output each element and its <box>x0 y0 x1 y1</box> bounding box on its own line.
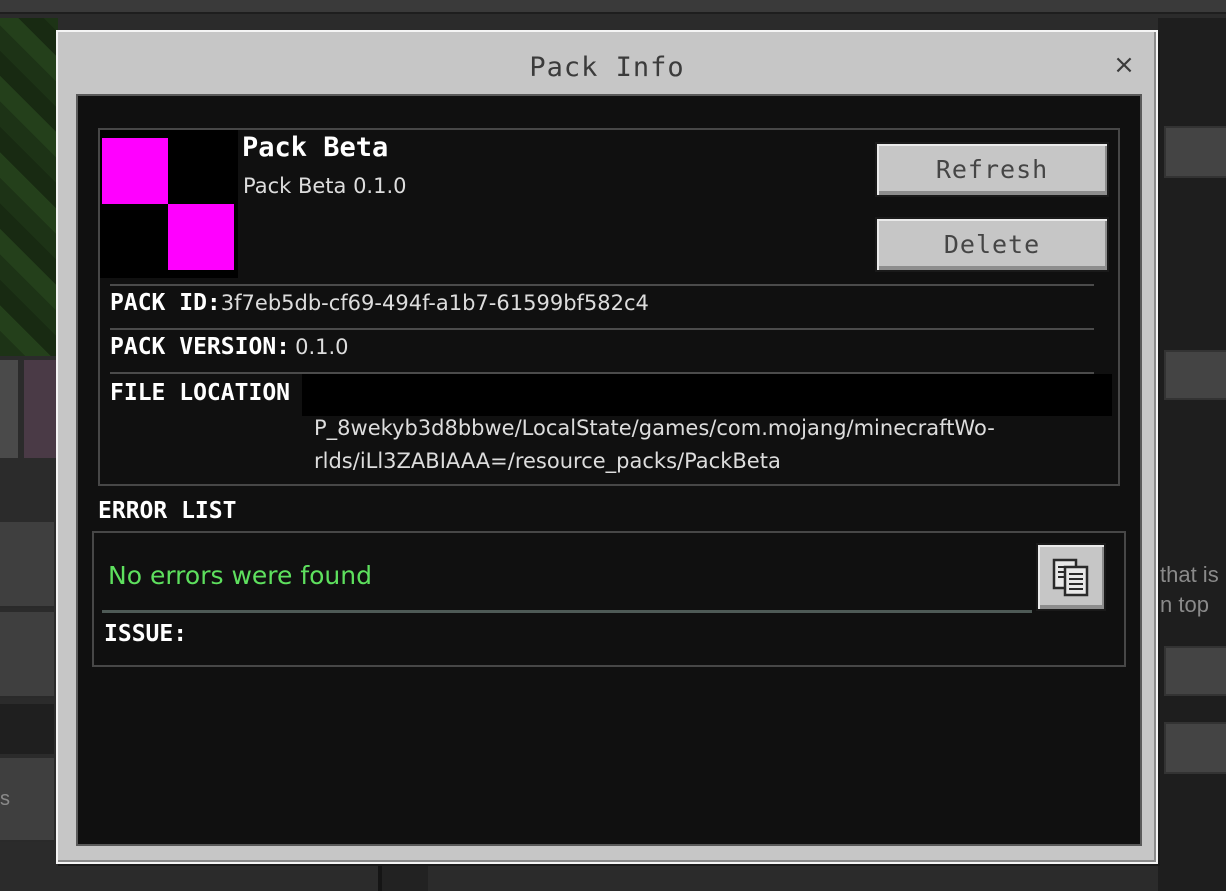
file-location-label: FILE LOCATION <box>110 380 291 406</box>
error-list-box: No errors were found ISSUE: <box>92 531 1126 667</box>
background-right-button <box>1164 126 1226 178</box>
background-right-button <box>1164 350 1226 400</box>
divider <box>110 328 1094 330</box>
pack-version-label: PACK VERSION: <box>110 334 291 360</box>
background-top-bar <box>0 0 1226 14</box>
background-bottom-element <box>378 864 428 891</box>
pack-icon-square <box>102 138 168 204</box>
background-left-button <box>0 612 54 698</box>
background-tile <box>0 360 18 458</box>
file-location-row: FILE LOCATION <box>110 380 290 406</box>
background-right-button <box>1164 646 1226 696</box>
pack-info-dialog: Pack Info × Pack Beta Pack Beta 0.1.0 Re… <box>56 30 1158 864</box>
pack-subtitle: Pack Beta 0.1.0 <box>243 174 407 198</box>
error-list-heading: ERROR LIST <box>98 498 237 524</box>
pack-id-row: PACK ID:3f7eb5db-cf69-494f-a1b7-61599bf5… <box>110 290 649 316</box>
dialog-content: Pack Beta Pack Beta 0.1.0 Refresh Delete… <box>76 94 1142 846</box>
refresh-button[interactable]: Refresh <box>875 142 1109 197</box>
pack-details-box: Pack Beta Pack Beta 0.1.0 Refresh Delete… <box>98 128 1120 486</box>
background-world-thumbnail <box>0 18 58 356</box>
background-right-button <box>1164 722 1226 774</box>
pack-id-value: 3f7eb5db-cf69-494f-a1b7-61599bf582c4 <box>220 291 649 315</box>
divider <box>102 610 1032 613</box>
error-status-message: No errors were found <box>108 561 372 590</box>
file-location-line: P_8wekyb3d8bbwe/LocalState/games/com.moj… <box>314 416 995 440</box>
redacted-path-block <box>302 374 1112 416</box>
close-button[interactable]: × <box>1112 50 1136 80</box>
clipboard-copy-icon <box>1052 558 1089 597</box>
dialog-title: Pack Info <box>529 52 685 83</box>
delete-button[interactable]: Delete <box>875 217 1109 272</box>
close-icon: × <box>1113 50 1135 80</box>
pack-icon <box>100 130 238 278</box>
pack-version-row: PACK VERSION: 0.1.0 <box>110 334 349 360</box>
divider <box>110 284 1094 286</box>
copy-errors-button[interactable] <box>1036 543 1106 611</box>
issue-label: ISSUE: <box>104 621 188 647</box>
background-left-button <box>0 522 54 608</box>
background-tile <box>24 360 58 458</box>
background-left-text: s <box>0 788 10 810</box>
background-left-panel <box>0 704 54 754</box>
file-location-value: P_8wekyb3d8bbwe/LocalState/games/com.moj… <box>314 412 1114 478</box>
background-right-text: n top <box>1160 592 1209 617</box>
background-right-text: that is <box>1160 562 1219 587</box>
pack-id-label: PACK ID: <box>110 290 221 316</box>
pack-version-value: 0.1.0 <box>295 335 349 359</box>
pack-name: Pack Beta <box>242 132 389 163</box>
pack-icon-square <box>168 204 234 270</box>
file-location-line: rlds/iLl3ZABIAAA=/resource_packs/PackBet… <box>314 449 781 473</box>
